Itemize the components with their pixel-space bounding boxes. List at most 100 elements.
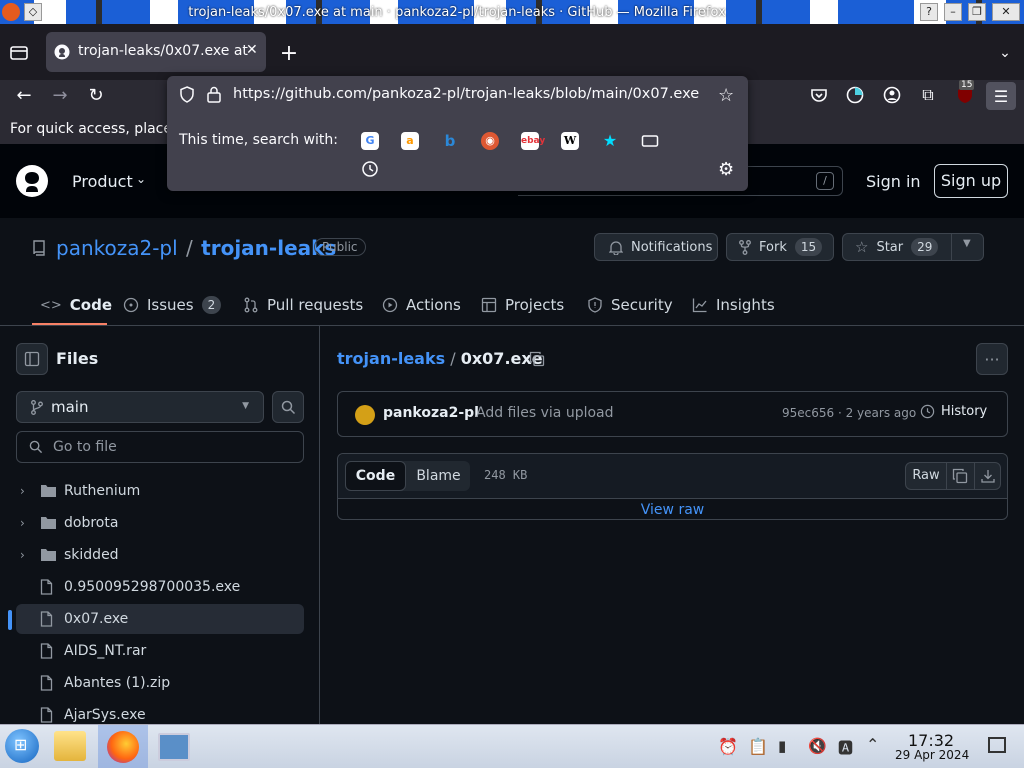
tab-security[interactable]: Security xyxy=(587,295,673,315)
tracking-protection-icon[interactable] xyxy=(179,86,195,103)
firefox-account-sync-icon[interactable] xyxy=(840,80,870,110)
list-tabs-icon[interactable]: ⌄ xyxy=(990,38,1020,68)
github-logo-icon[interactable] xyxy=(16,165,48,197)
file-toolbar: Code Blame 248 KB Raw xyxy=(338,454,1007,499)
tab-code[interactable]: <> Code xyxy=(40,295,112,315)
notifications-button[interactable]: Notifications xyxy=(594,233,718,261)
copy-path-icon[interactable] xyxy=(529,351,545,367)
pocket-icon[interactable] xyxy=(804,80,834,110)
firefox-view-icon[interactable] xyxy=(4,38,34,68)
tree-item-file[interactable]: Abantes (1).zip xyxy=(0,668,320,698)
search-icon xyxy=(281,400,296,415)
account-icon[interactable] xyxy=(877,80,907,110)
extensions-icon[interactable]: ⧉ xyxy=(913,80,943,110)
help-icon[interactable]: ? xyxy=(920,3,938,21)
tab-insights[interactable]: Insights xyxy=(692,295,775,315)
tab-pull-requests[interactable]: Pull requests xyxy=(243,295,363,315)
tab-projects[interactable]: Projects xyxy=(481,295,564,315)
go-to-file-input[interactable]: Go to file xyxy=(16,431,304,463)
commit-message[interactable]: Add files via upload xyxy=(476,405,614,421)
battery-icon[interactable]: ▮ xyxy=(778,737,786,755)
duckduckgo-icon[interactable]: ◉ xyxy=(481,132,499,150)
minimize-button[interactable]: – xyxy=(944,3,962,21)
fork-button[interactable]: Fork 15 xyxy=(726,233,834,261)
code-view-tab[interactable]: Code xyxy=(345,461,406,491)
avatar[interactable] xyxy=(355,405,375,425)
more-options-kebab-icon[interactable]: ··· xyxy=(976,343,1008,375)
notification-bell-icon[interactable]: ⏰ xyxy=(718,737,738,756)
star-button[interactable]: ☆ Star 29 ▼ xyxy=(842,233,984,261)
history-clock-icon xyxy=(920,404,935,419)
new-tab-icon[interactable]: + xyxy=(274,38,304,68)
tree-item-dir[interactable]: › Ruthenium xyxy=(0,476,320,506)
show-desktop-icon[interactable] xyxy=(988,737,1006,753)
tree-item-file-selected[interactable]: 0x07.exe xyxy=(8,604,304,634)
volume-muted-icon[interactable]: 🔇 xyxy=(808,737,827,755)
nav-product[interactable]: Product xyxy=(72,172,133,191)
url-input[interactable]: https://github.com/pankoza2-pl/trojan-le… xyxy=(233,86,699,102)
tab-insights-label: Insights xyxy=(716,296,775,314)
chevron-right-icon: › xyxy=(20,516,25,530)
google-icon[interactable]: G xyxy=(361,132,379,150)
tab-actions[interactable]: Actions xyxy=(382,295,461,315)
clock-date[interactable]: 29 Apr 2024 xyxy=(895,748,969,762)
issues-count: 2 xyxy=(201,296,222,314)
close-tab-icon[interactable]: ✕ xyxy=(246,42,258,58)
ebay-icon[interactable]: ebay xyxy=(521,132,545,150)
close-button[interactable]: ✕ xyxy=(992,3,1020,21)
file-icon xyxy=(40,611,53,627)
lock-icon[interactable] xyxy=(207,86,221,103)
firefox-icon[interactable] xyxy=(2,3,20,21)
sign-in-link[interactable]: Sign in xyxy=(866,172,921,191)
history-icon[interactable] xyxy=(361,160,379,178)
tree-item-label: 0.950095298700035.exe xyxy=(64,579,241,595)
clipboard-icon[interactable]: 📋 xyxy=(748,737,768,756)
view-raw-link[interactable]: View raw xyxy=(338,502,1007,518)
copy-raw-icon[interactable] xyxy=(952,468,968,484)
history-button[interactable]: History xyxy=(920,404,987,419)
collapse-sidebar-button[interactable] xyxy=(16,343,48,375)
back-icon[interactable]: ← xyxy=(9,80,39,110)
taskbar-firefox-active[interactable] xyxy=(98,725,148,768)
raw-button[interactable]: Raw xyxy=(906,463,947,489)
pin-icon[interactable]: ◇ xyxy=(24,3,42,21)
download-icon[interactable] xyxy=(980,468,996,484)
repo-owner-link[interactable]: pankoza2-pl xyxy=(56,236,178,260)
tree-item-dir[interactable]: › dobrota xyxy=(0,508,320,538)
amazon-icon[interactable]: a xyxy=(401,132,419,150)
forward-icon[interactable]: → xyxy=(45,80,75,110)
blame-view-tab[interactable]: Blame xyxy=(407,461,470,491)
file-icon xyxy=(40,579,53,595)
control-panel-icon[interactable] xyxy=(158,733,190,761)
go-to-file-placeholder: Go to file xyxy=(53,439,117,455)
start-button[interactable]: ⊞ xyxy=(5,729,39,763)
branch-selector[interactable]: main ▼ xyxy=(16,391,264,423)
bookmarks-star-icon[interactable]: ★ xyxy=(601,132,619,150)
tab-issues[interactable]: Issues 2 xyxy=(123,295,222,315)
file-icon xyxy=(40,707,53,723)
tree-item-file[interactable]: AIDS_NT.rar xyxy=(0,636,320,666)
search-settings-gear-icon[interactable]: ⚙ xyxy=(718,159,734,180)
keyboard-layout-icon[interactable]: 🅰 xyxy=(838,737,853,758)
maximize-button[interactable]: ❐ xyxy=(968,3,986,21)
sign-up-button[interactable]: Sign up xyxy=(934,164,1008,198)
wikipedia-icon[interactable]: W xyxy=(561,132,579,150)
bookmark-star-icon[interactable]: ☆ xyxy=(718,85,734,106)
browser-tab[interactable]: trojan-leaks/0x07.exe at ✕ xyxy=(46,32,266,72)
commit-meta[interactable]: 95ec656 · 2 years ago xyxy=(782,406,916,420)
breadcrumb-repo-link[interactable]: trojan-leaks xyxy=(337,349,445,368)
star-icon: ☆ xyxy=(855,238,869,256)
file-explorer-icon[interactable] xyxy=(54,731,86,761)
ublock-icon[interactable]: 15 xyxy=(950,80,980,110)
commit-author[interactable]: pankoza2-pl xyxy=(383,405,479,421)
app-menu-icon[interactable]: ☰ xyxy=(986,82,1016,110)
tree-item-dir[interactable]: › skidded xyxy=(0,540,320,570)
tabs-icon[interactable] xyxy=(641,132,659,150)
search-files-button[interactable] xyxy=(272,391,304,423)
reload-icon[interactable]: ↻ xyxy=(81,80,111,110)
star-dropdown-caret-icon[interactable]: ▼ xyxy=(963,238,971,249)
file-icon xyxy=(40,675,53,691)
bing-icon[interactable]: b xyxy=(441,132,459,150)
tree-item-file[interactable]: 0.950095298700035.exe xyxy=(0,572,320,602)
show-hidden-icons-chevron-icon[interactable]: ⌃ xyxy=(866,735,879,754)
